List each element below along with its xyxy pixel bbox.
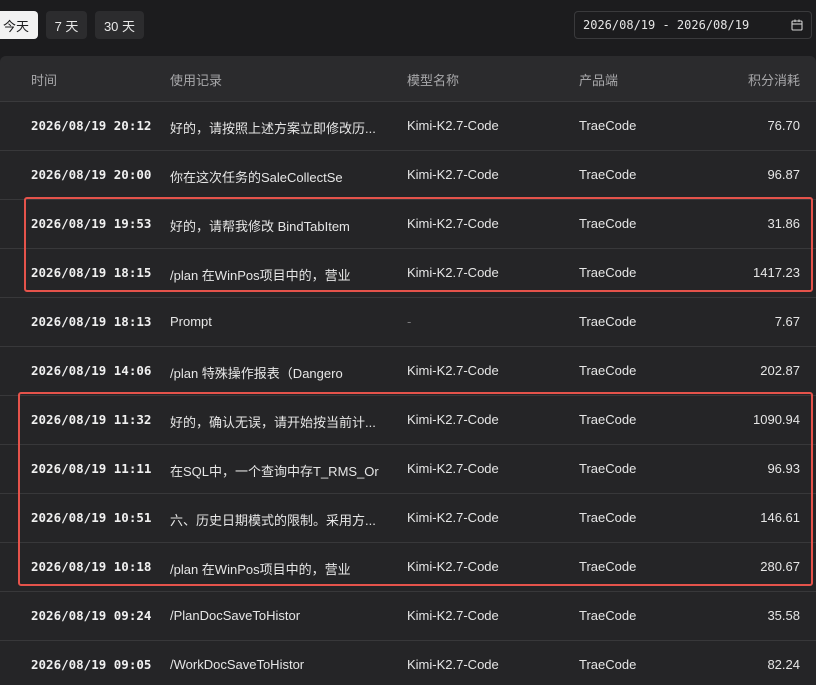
cell-points: 1417.23 [753, 265, 800, 280]
header-model: 模型名称 [407, 73, 460, 88]
cell-model: Kimi-K2.7-Code [407, 657, 499, 672]
cell-record: /PlanDocSaveToHistor [170, 608, 301, 623]
cell-time: 2026/08/19 20:12 [31, 118, 152, 133]
cell-time: 2026/08/19 18:13 [31, 314, 152, 329]
filter-bar: 今天 7 天 30 天 2026/08/19 - 2026/08/19 [0, 0, 816, 56]
table-row[interactable]: 2026/08/19 09:05/WorkDocSaveToHistor Kimi… [0, 641, 816, 685]
cell-product: TraeCode [579, 657, 637, 672]
cell-record: 好的，请帮我修改 BindTabItem [170, 219, 350, 234]
cell-product: TraeCode [579, 216, 637, 231]
calendar-icon[interactable] [791, 19, 803, 31]
cell-product: TraeCode [579, 510, 637, 525]
header-record: 使用记录 [170, 73, 223, 88]
date-range-value: 2026/08/19 - 2026/08/19 [583, 18, 750, 32]
table-row[interactable]: 2026/08/19 11:32 好的，确认无误，请开始按当前计... Kimi-K… [0, 396, 816, 445]
cell-points: 280.67 [760, 559, 800, 574]
cell-model: Kimi-K2.7-Code [407, 510, 499, 525]
cell-time: 2026/08/19 10:51 [31, 510, 152, 525]
cell-model: Kimi-K2.7-Code [407, 412, 499, 427]
header-points[interactable]: 积分消耗 [748, 70, 800, 89]
cell-product: TraeCode [579, 314, 637, 329]
cell-time: 2026/08/19 19:53 [31, 216, 152, 231]
cell-time: 2026/08/19 09:05 [31, 657, 152, 672]
table-row[interactable]: 2026/08/19 09:24/PlanDocSaveToHistor Kimi… [0, 592, 816, 641]
cell-points: 146.61 [760, 510, 800, 525]
cell-model: Kimi-K2.7-Code [407, 265, 499, 280]
cell-product: TraeCode [579, 461, 637, 476]
cell-points: 7.67 [774, 314, 800, 329]
cell-model: Kimi-K2.7-Code [407, 559, 499, 574]
cell-model: Kimi-K2.7-Code [407, 363, 499, 378]
cell-time: 2026/08/19 11:32 [31, 412, 152, 427]
cell-time: 2026/08/19 10:18 [31, 559, 152, 574]
cell-product: TraeCode [579, 363, 637, 378]
cell-record: Prompt [170, 314, 212, 329]
table-row[interactable]: 2026/08/19 18:15/plan 在WinPos项目中的，营业 Kimi… [0, 249, 816, 298]
header-time[interactable]: 时间 [31, 70, 57, 89]
thirty-days-button[interactable]: 30 天 [95, 11, 144, 39]
today-button[interactable]: 今天 [0, 11, 38, 39]
cell-model: Kimi-K2.7-Code [407, 608, 499, 623]
cell-record: /plan 在WinPos项目中的，营业 [170, 268, 351, 283]
cell-record: 六、历史日期模式的限制。采用方... [170, 513, 376, 528]
cell-points: 82.24 [767, 657, 800, 672]
table-row[interactable]: 2026/08/19 11:11 在SQL中，一个查询中存T_RMS_Or Kimi… [0, 445, 816, 494]
table-row[interactable]: 2026/08/19 10:51 六、历史日期模式的限制。采用方... Kimi-K… [0, 494, 816, 543]
cell-points: 31.86 [767, 216, 800, 231]
table-row[interactable]: 2026/08/19 14:06/plan 特殊操作报表（Dangero Kimi… [0, 347, 816, 396]
cell-time: 2026/08/19 09:24 [31, 608, 152, 623]
cell-product: TraeCode [579, 118, 637, 133]
table-row[interactable]: 2026/08/19 20:00 你在这次任务的SaleCollectSe Kimi… [0, 151, 816, 200]
cell-points: 35.58 [767, 608, 800, 623]
table-body: 2026/08/19 20:12 好的，请按照上述方案立即修改历... Kimi-K… [0, 102, 816, 685]
cell-record: /plan 在WinPos项目中的，营业 [170, 562, 351, 577]
cell-time: 2026/08/19 20:00 [31, 167, 152, 182]
cell-product: TraeCode [579, 559, 637, 574]
cell-record: 好的，确认无误，请开始按当前计... [170, 415, 376, 430]
cell-product: TraeCode [579, 412, 637, 427]
table-row[interactable]: 2026/08/19 18:13 Prompt - TraeCode 7.67 [0, 298, 816, 347]
cell-record: 好的，请按照上述方案立即修改历... [170, 121, 376, 136]
cell-points: 96.87 [767, 167, 800, 182]
usage-table: 时间 使用记录 模型名称 产品端 积分消耗 2026/08/19 20:12 好的… [0, 56, 816, 685]
cell-time: 2026/08/19 14:06 [31, 363, 152, 378]
table-header: 时间 使用记录 模型名称 产品端 积分消耗 [0, 56, 816, 102]
header-product: 产品端 [579, 73, 619, 88]
table-row[interactable]: 2026/08/19 10:18/plan 在WinPos项目中的，营业 Kimi… [0, 543, 816, 592]
cell-record: 在SQL中，一个查询中存T_RMS_Or [170, 464, 379, 479]
cell-time: 2026/08/19 11:11 [31, 461, 152, 476]
cell-product: TraeCode [579, 608, 637, 623]
cell-points: 96.93 [767, 461, 800, 476]
table-row[interactable]: 2026/08/19 20:12 好的，请按照上述方案立即修改历... Kimi-K… [0, 102, 816, 151]
cell-record: /WorkDocSaveToHistor [170, 657, 305, 672]
cell-points: 76.70 [767, 118, 800, 133]
cell-model: Kimi-K2.7-Code [407, 118, 499, 133]
cell-model: Kimi-K2.7-Code [407, 167, 499, 182]
cell-product: TraeCode [579, 265, 637, 280]
date-range-picker[interactable]: 2026/08/19 - 2026/08/19 [574, 11, 812, 39]
cell-points: 202.87 [760, 363, 800, 378]
cell-model: Kimi-K2.7-Code [407, 461, 499, 476]
cell-points: 1090.94 [753, 412, 800, 427]
table-row[interactable]: 2026/08/19 19:53 好的，请帮我修改 BindTabItem Kimi… [0, 200, 816, 249]
cell-time: 2026/08/19 18:15 [31, 265, 152, 280]
cell-product: TraeCode [579, 167, 637, 182]
cell-record: /plan 特殊操作报表（Dangero [170, 366, 343, 381]
seven-days-button[interactable]: 7 天 [46, 11, 87, 39]
cell-record: 你在这次任务的SaleCollectSe [170, 170, 343, 185]
cell-model: Kimi-K2.7-Code [407, 216, 499, 231]
cell-model: - [407, 314, 412, 329]
